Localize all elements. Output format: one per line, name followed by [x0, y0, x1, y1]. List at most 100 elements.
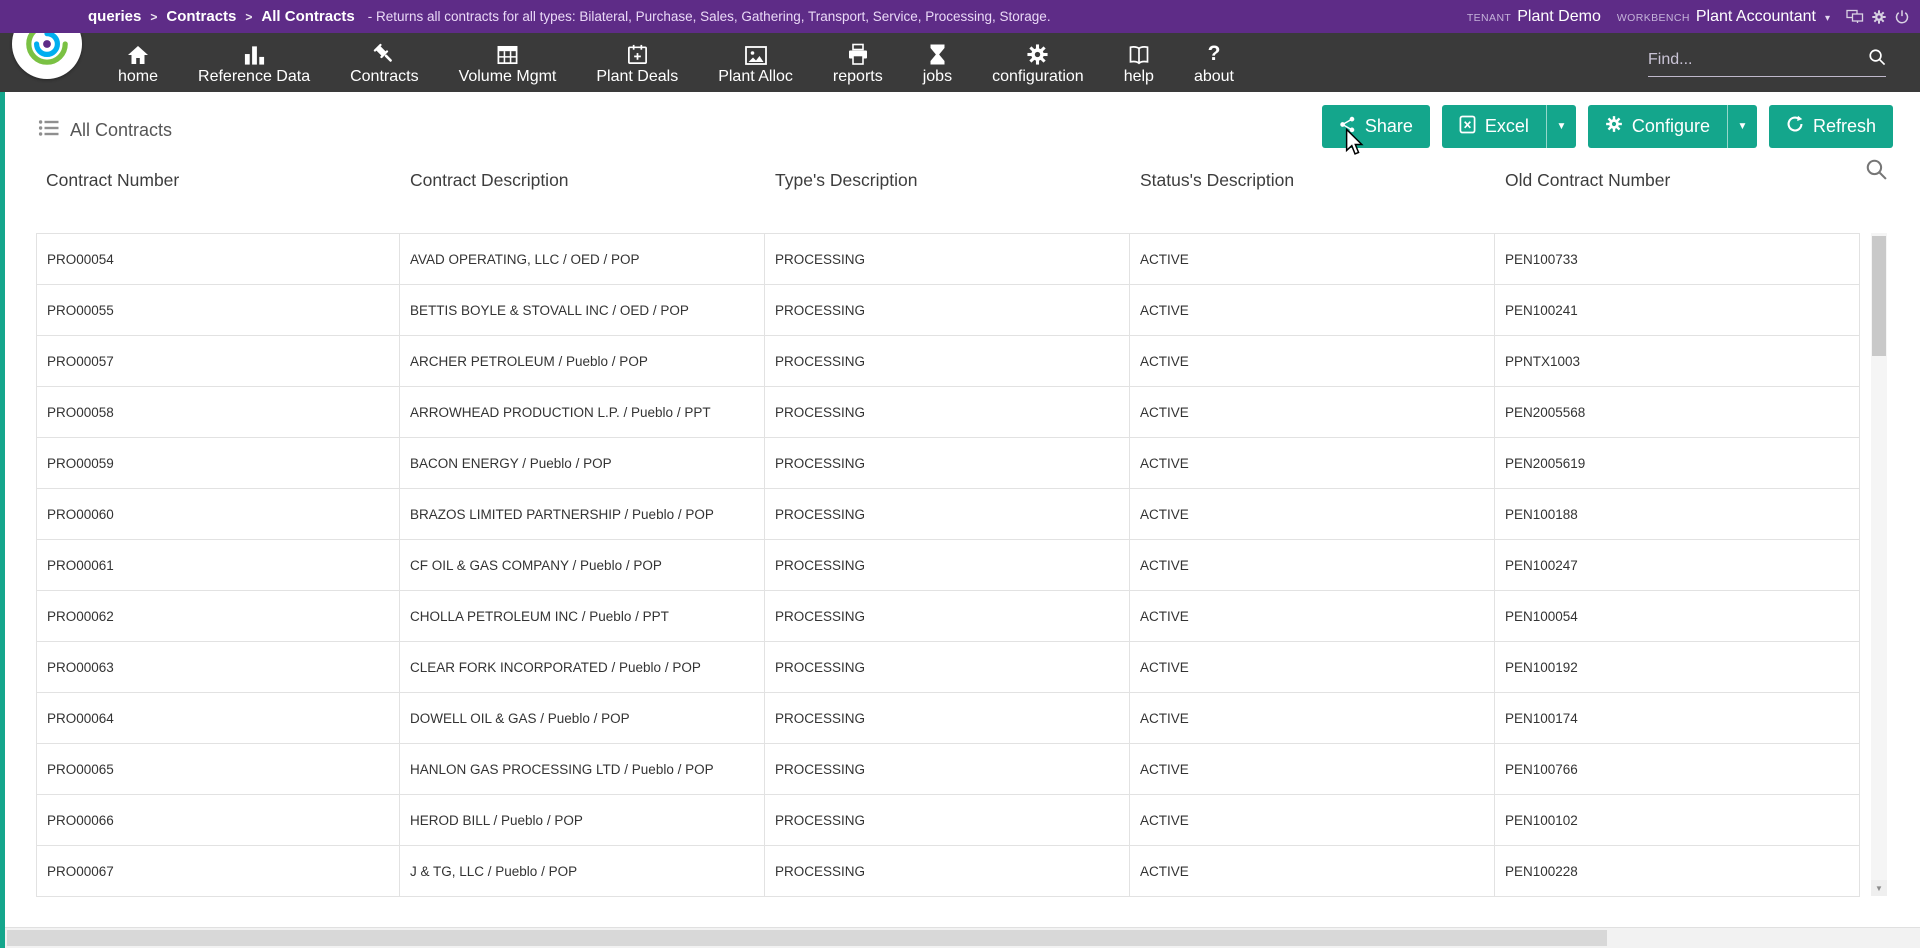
cell-contract-number: PRO00058	[36, 387, 400, 437]
grid-search-button[interactable]	[1865, 158, 1888, 184]
table-row[interactable]: PRO00055 BETTIS BOYLE & STOVALL INC / OE…	[36, 285, 1860, 336]
cell-old-contract-number: PEN100766	[1495, 744, 1860, 794]
chevron-down-icon: ▼	[1738, 121, 1748, 132]
displays-icon[interactable]	[1846, 9, 1864, 24]
gear-icon[interactable]	[1871, 9, 1887, 25]
nav-item-jobs[interactable]: jobs	[903, 40, 972, 85]
cell-status-description: ACTIVE	[1130, 336, 1495, 386]
question-icon: ?	[1208, 40, 1221, 66]
cell-contract-number: PRO00061	[36, 540, 400, 590]
query-list-icon[interactable]	[38, 118, 59, 143]
cell-status-description: ACTIVE	[1130, 387, 1495, 437]
excel-button[interactable]: Excel	[1442, 105, 1546, 148]
breadcrumb: queries > Contracts > All Contracts - Re…	[88, 8, 1051, 25]
cell-contract-number: PRO00055	[36, 285, 400, 335]
table-row[interactable]: PRO00057 ARCHER PETROLEUM / Pueblo / POP…	[36, 336, 1860, 387]
column-header-contract-description[interactable]: Contract Description	[400, 170, 765, 191]
cell-old-contract-number: PPNTX1003	[1495, 336, 1860, 386]
cell-status-description: ACTIVE	[1130, 846, 1495, 896]
column-header-old-contract-number[interactable]: Old Contract Number	[1495, 170, 1860, 191]
table-row[interactable]: PRO00054 AVAD OPERATING, LLC / OED / POP…	[36, 234, 1860, 285]
nav-item-label: reports	[833, 69, 883, 85]
tenant-value: Plant Demo	[1517, 8, 1601, 26]
top-bar: queries > Contracts > All Contracts - Re…	[0, 0, 1920, 33]
column-header-type-description[interactable]: Type's Description	[765, 170, 1130, 191]
find-box	[1648, 48, 1886, 77]
cell-contract-description: DOWELL OIL & GAS / Pueblo / POP	[400, 693, 765, 743]
table-row[interactable]: PRO00062 CHOLLA PETROLEUM INC / Pueblo /…	[36, 591, 1860, 642]
cell-contract-description: HEROD BILL / Pueblo / POP	[400, 795, 765, 845]
home-icon	[126, 40, 150, 66]
share-icon	[1339, 116, 1356, 138]
vertical-scrollbar-thumb[interactable]	[1872, 236, 1886, 356]
search-icon[interactable]	[1868, 48, 1886, 71]
table-row[interactable]: PRO00066 HEROD BILL / Pueblo / POP PROCE…	[36, 795, 1860, 846]
table-row[interactable]: PRO00059 BACON ENERGY / Pueblo / POP PRO…	[36, 438, 1860, 489]
find-input[interactable]	[1648, 51, 1862, 69]
breadcrumb-contracts[interactable]: Contracts	[166, 8, 236, 25]
cell-status-description: ACTIVE	[1130, 489, 1495, 539]
cell-contract-description: CLEAR FORK INCORPORATED / Pueblo / POP	[400, 642, 765, 692]
cell-contract-number: PRO00057	[36, 336, 400, 386]
cell-contract-number: PRO00054	[36, 234, 400, 284]
column-header-contract-number[interactable]: Contract Number	[36, 170, 400, 191]
chevron-down-icon: ▼	[1556, 121, 1566, 132]
nav-item-home[interactable]: home	[98, 40, 178, 85]
scroll-down-button[interactable]: ▼	[1871, 880, 1887, 896]
nav-item-label: about	[1194, 69, 1234, 85]
bar-chart-icon	[243, 40, 266, 66]
configure-button[interactable]: Configure	[1588, 105, 1727, 148]
cell-contract-description: BRAZOS LIMITED PARTNERSHIP / Pueblo / PO…	[400, 489, 765, 539]
breadcrumb-all-contracts[interactable]: All Contracts	[261, 8, 354, 25]
nav-item-label: configuration	[992, 69, 1084, 85]
tenant-selector[interactable]: TENANT Plant Demo	[1467, 8, 1601, 26]
table-row[interactable]: PRO00060 BRAZOS LIMITED PARTNERSHIP / Pu…	[36, 489, 1860, 540]
cell-contract-description: HANLON GAS PROCESSING LTD / Pueblo / POP	[400, 744, 765, 794]
cell-status-description: ACTIVE	[1130, 795, 1495, 845]
vertical-scrollbar[interactable]: ▼	[1871, 233, 1887, 896]
nav-item-about[interactable]: ? about	[1174, 40, 1254, 85]
nav-item-plant-alloc[interactable]: Plant Alloc	[698, 40, 813, 85]
hourglass-icon	[928, 40, 947, 66]
cell-contract-description: AVAD OPERATING, LLC / OED / POP	[400, 234, 765, 284]
table-row[interactable]: PRO00065 HANLON GAS PROCESSING LTD / Pue…	[36, 744, 1860, 795]
cell-status-description: ACTIVE	[1130, 744, 1495, 794]
breadcrumb-queries[interactable]: queries	[88, 8, 141, 25]
cell-contract-number: PRO00062	[36, 591, 400, 641]
table-row[interactable]: PRO00067 J & TG, LLC / Pueblo / POP PROC…	[36, 846, 1860, 897]
column-header-status-description[interactable]: Status's Description	[1130, 170, 1495, 191]
configure-button-label: Configure	[1632, 116, 1710, 137]
horizontal-scrollbar-thumb[interactable]	[7, 930, 1607, 946]
cell-type-description: PROCESSING	[765, 693, 1130, 743]
workbench-selector[interactable]: WORKBENCH Plant Accountant ▾	[1617, 8, 1830, 26]
nav-item-help[interactable]: help	[1104, 40, 1174, 85]
nav-item-configuration[interactable]: configuration	[972, 40, 1104, 85]
share-button[interactable]: Share	[1322, 105, 1430, 148]
nav-item-volume-mgmt[interactable]: Volume Mgmt	[439, 40, 577, 85]
nav-item-contracts[interactable]: Contracts	[330, 40, 438, 85]
nav-item-reports[interactable]: reports	[813, 40, 903, 85]
configure-dropdown-button[interactable]: ▼	[1727, 105, 1757, 148]
title-row: All Contracts	[38, 118, 172, 143]
horizontal-scrollbar[interactable]	[5, 927, 1920, 948]
cell-type-description: PROCESSING	[765, 387, 1130, 437]
cell-contract-number: PRO00066	[36, 795, 400, 845]
cell-contract-description: BETTIS BOYLE & STOVALL INC / OED / POP	[400, 285, 765, 335]
cell-contract-number: PRO00067	[36, 846, 400, 896]
cell-old-contract-number: PEN100247	[1495, 540, 1860, 590]
table-row[interactable]: PRO00061 CF OIL & GAS COMPANY / Pueblo /…	[36, 540, 1860, 591]
refresh-button[interactable]: Refresh	[1769, 105, 1893, 148]
gavel-icon	[372, 40, 396, 66]
contracts-table: PRO00054 AVAD OPERATING, LLC / OED / POP…	[36, 233, 1860, 897]
nav-item-label: Reference Data	[198, 69, 310, 85]
table-row[interactable]: PRO00064 DOWELL OIL & GAS / Pueblo / POP…	[36, 693, 1860, 744]
power-icon[interactable]	[1894, 9, 1910, 25]
table-row[interactable]: PRO00063 CLEAR FORK INCORPORATED / Puebl…	[36, 642, 1860, 693]
nav-item-label: home	[118, 69, 158, 85]
nav-item-plant-deals[interactable]: Plant Deals	[576, 40, 698, 85]
topbar-icons	[1846, 9, 1910, 25]
table-row[interactable]: PRO00058 ARROWHEAD PRODUCTION L.P. / Pue…	[36, 387, 1860, 438]
excel-dropdown-button[interactable]: ▼	[1546, 105, 1576, 148]
nav-item-reference-data[interactable]: Reference Data	[178, 40, 330, 85]
cell-contract-description: CF OIL & GAS COMPANY / Pueblo / POP	[400, 540, 765, 590]
